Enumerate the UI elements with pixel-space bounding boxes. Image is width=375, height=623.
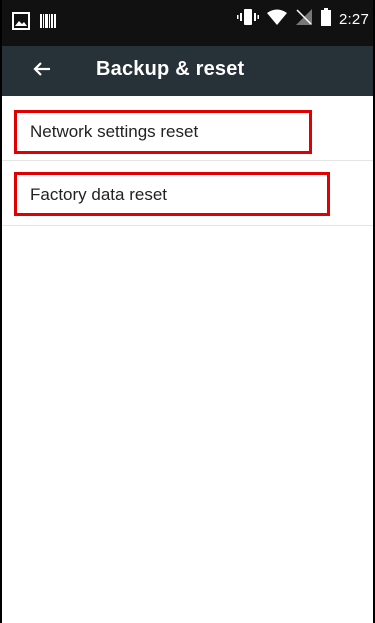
status-time: 2:27 xyxy=(339,11,369,28)
status-right-icons: 2:27 xyxy=(237,8,369,31)
app-bar: Backup & reset xyxy=(2,46,373,96)
vibrate-icon xyxy=(237,8,259,31)
wifi-icon xyxy=(267,9,287,30)
settings-list: Network settings reset Factory data rese… xyxy=(2,96,373,226)
network-settings-reset-item[interactable]: Network settings reset xyxy=(2,96,373,161)
screen: 2:27 Backup & reset Network settings res… xyxy=(0,0,375,623)
back-button[interactable] xyxy=(26,55,58,87)
factory-data-reset-item[interactable]: Factory data reset xyxy=(2,161,373,226)
signal-off-icon xyxy=(295,8,313,31)
list-item-label: Network settings reset xyxy=(30,122,199,141)
battery-icon xyxy=(321,8,331,31)
page-title: Backup & reset xyxy=(96,58,245,80)
arrow-back-icon xyxy=(32,59,52,84)
barcode-icon xyxy=(40,14,56,33)
status-bar: 2:27 xyxy=(2,0,373,46)
status-left-icons xyxy=(12,12,56,35)
list-item-label: Factory data reset xyxy=(30,185,168,204)
image-icon xyxy=(12,12,30,35)
